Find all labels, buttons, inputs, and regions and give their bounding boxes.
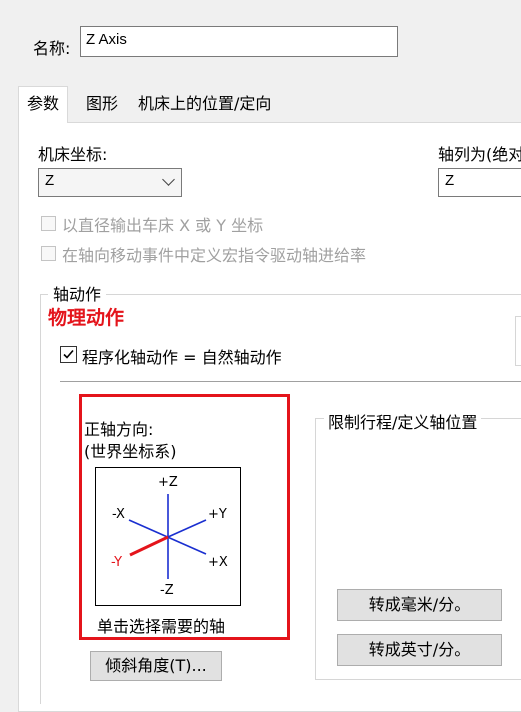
axis-pz-label[interactable]: +Z xyxy=(158,475,178,490)
separator xyxy=(60,381,521,382)
axis-action-title: 轴动作 xyxy=(51,281,104,305)
macro-feedrate-checkbox[interactable] xyxy=(41,246,56,261)
chevron-down-icon xyxy=(162,173,175,186)
tilt-angle-button[interactable]: 倾斜角度(T)... xyxy=(90,651,222,681)
axis-py-label[interactable]: +Y xyxy=(208,507,227,522)
name-input[interactable]: Z Axis xyxy=(80,26,398,57)
physical-action-label: 物理动作 xyxy=(48,307,125,329)
machine-coord-select[interactable]: Z xyxy=(38,168,182,197)
axis-nx-label[interactable]: -X xyxy=(112,507,125,522)
tab-machine-position[interactable]: 机床上的位置/定向 xyxy=(132,90,277,120)
axis-ny-label[interactable]: -Y xyxy=(111,555,122,570)
name-label: 名称: xyxy=(33,39,71,58)
group-border xyxy=(40,294,48,295)
group-border-left xyxy=(40,294,41,704)
machine-coord-value: Z xyxy=(45,172,55,189)
clipped-control xyxy=(515,316,521,366)
limits-title: 限制行程/定义轴位置 xyxy=(324,409,482,433)
axis-px-label[interactable]: +X xyxy=(208,555,228,570)
direction-subtitle: (世界坐标系) xyxy=(84,442,177,461)
convert-inch-button[interactable]: 转成英寸/分。 xyxy=(337,634,502,666)
axis-column-label: 轴列为(绝对 xyxy=(438,145,521,164)
machine-coord-label: 机床坐标: xyxy=(38,145,108,164)
tab-parameters[interactable]: 参数 xyxy=(18,86,69,123)
programmed-action-checkbox[interactable] xyxy=(60,346,77,363)
diameter-output-checkbox[interactable] xyxy=(41,216,56,231)
direction-title: 正轴方向: xyxy=(84,420,154,439)
tab-graphics[interactable]: 图形 xyxy=(80,90,124,120)
diameter-output-label: 以直径输出车床 X 或 Y 坐标 xyxy=(62,216,264,235)
axis-selector[interactable]: +Z -Z -X +Y -Y +X xyxy=(95,467,241,606)
axis-nz-label[interactable]: -Z xyxy=(160,583,174,598)
programmed-action-label: 程序化轴动作 = 自然轴动作 xyxy=(82,348,282,367)
macro-feedrate-label: 在轴向移动事件中定义宏指令驱动轴进给率 xyxy=(62,246,367,265)
axis-selection-hint: 单击选择需要的轴 xyxy=(97,617,226,636)
axis-column-input[interactable]: Z xyxy=(438,168,521,197)
convert-mm-button[interactable]: 转成毫米/分。 xyxy=(337,589,502,621)
group-border xyxy=(106,294,521,295)
